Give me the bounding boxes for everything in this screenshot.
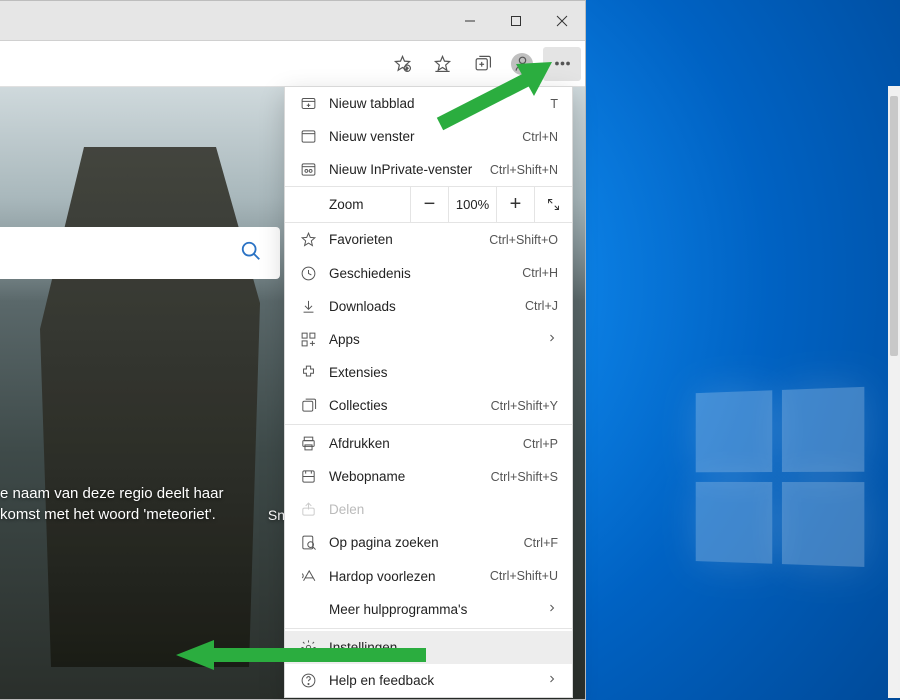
star-icon: [299, 231, 317, 249]
print-icon: [299, 435, 317, 453]
window-titlebar: [0, 1, 585, 41]
menu-zoom-row: Zoom − 100% +: [285, 186, 572, 223]
download-icon: [299, 297, 317, 315]
chevron-right-icon: [546, 602, 558, 617]
menu-favorites[interactable]: Favorieten Ctrl+Shift+O: [285, 223, 572, 256]
annotation-arrow-settings: [176, 640, 436, 675]
background-caption: e naam van deze regio deelt haar komst m…: [0, 483, 223, 525]
windows-logo-icon: [696, 387, 871, 574]
zoom-out-button[interactable]: −: [410, 187, 448, 222]
caption-snippet: Sn: [268, 507, 285, 523]
read-aloud-icon: [299, 567, 317, 585]
search-bar[interactable]: [0, 227, 280, 279]
menu-webcapture[interactable]: Webopname Ctrl+Shift+S: [285, 460, 572, 493]
new-tab-icon: [299, 95, 317, 113]
menu-new-inprivate[interactable]: Nieuw InPrivate-venster Ctrl+Shift+N: [285, 153, 572, 186]
fullscreen-button[interactable]: [534, 187, 572, 222]
add-favorite-button[interactable]: [383, 47, 421, 81]
chevron-right-icon: [546, 673, 558, 688]
menu-history[interactable]: Geschiedenis Ctrl+H: [285, 256, 572, 289]
chevron-right-icon: [546, 332, 558, 347]
find-icon: [299, 534, 317, 552]
maximize-button[interactable]: [493, 1, 539, 40]
minimize-button[interactable]: [447, 1, 493, 40]
zoom-value: 100%: [448, 187, 496, 222]
apps-icon: [299, 330, 317, 348]
close-button[interactable]: [539, 1, 585, 40]
menu-find[interactable]: Op pagina zoeken Ctrl+F: [285, 526, 572, 559]
zoom-in-button[interactable]: +: [496, 187, 534, 222]
new-window-icon: [299, 128, 317, 146]
zoom-label: Zoom: [329, 197, 410, 212]
menu-more-tools[interactable]: Meer hulpprogramma's: [285, 593, 572, 626]
menu-extensions[interactable]: Extensies: [285, 356, 572, 389]
menu-apps[interactable]: Apps: [285, 323, 572, 356]
webcapture-icon: [299, 468, 317, 486]
menu-share: Delen: [285, 493, 572, 526]
collections-icon: [299, 397, 317, 415]
menu-scrollbar[interactable]: [888, 86, 900, 698]
search-icon: [240, 240, 262, 267]
menu-separator: [285, 628, 572, 629]
menu-separator: [285, 424, 572, 425]
menu-print[interactable]: Afdrukken Ctrl+P: [285, 427, 572, 460]
extensions-icon: [299, 363, 317, 381]
menu-downloads[interactable]: Downloads Ctrl+J: [285, 290, 572, 323]
history-icon: [299, 264, 317, 282]
share-icon: [299, 501, 317, 519]
inprivate-icon: [299, 161, 317, 179]
annotation-arrow-menu-button: [430, 62, 560, 137]
blank-icon: [299, 600, 317, 618]
scrollbar-thumb[interactable]: [890, 96, 898, 356]
menu-collections[interactable]: Collecties Ctrl+Shift+Y: [285, 389, 572, 422]
settings-dropdown-menu: Nieuw tabblad T Nieuw venster Ctrl+N Nie…: [284, 86, 573, 698]
menu-read-aloud[interactable]: Hardop voorlezen Ctrl+Shift+U: [285, 560, 572, 593]
